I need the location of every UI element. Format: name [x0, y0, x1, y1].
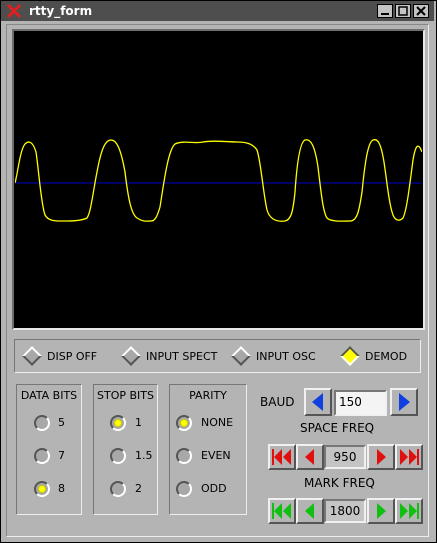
- data-bits-8-radio[interactable]: [34, 481, 50, 497]
- green-double-right-arrow-icon: [400, 503, 419, 519]
- data-bits-7-label: 7: [58, 449, 65, 462]
- green-right-arrow-icon: [377, 503, 386, 519]
- window-title: rtty_form: [29, 4, 93, 18]
- blue-right-arrow-icon: [399, 393, 410, 411]
- baud-input[interactable]: 150: [334, 390, 387, 416]
- mode-input-osc-indicator[interactable]: [231, 346, 251, 366]
- baud-label: BAUD: [260, 395, 295, 409]
- mark-freq-value: 1800: [324, 499, 366, 523]
- mode-demod-indicator[interactable]: [340, 346, 360, 366]
- data-bits-title: DATA BITS: [20, 389, 78, 402]
- parity-odd-label: ODD: [201, 482, 227, 495]
- app-x-icon: [6, 3, 22, 19]
- maximize-button[interactable]: [395, 4, 411, 18]
- maximize-icon: [398, 6, 408, 16]
- green-left-arrow-icon: [305, 503, 314, 519]
- baud-decrease-button[interactable]: [304, 388, 332, 416]
- data-bits-7-radio[interactable]: [34, 448, 50, 464]
- stop-bits-1-label: 1: [135, 416, 142, 429]
- mark-freq-fast-decrease-button[interactable]: [268, 498, 296, 524]
- space-freq-label: SPACE FREQ: [300, 421, 375, 435]
- stop-bits-title: STOP BITS: [97, 389, 154, 402]
- minimize-button[interactable]: [377, 4, 393, 18]
- close-icon: [416, 6, 426, 16]
- close-button[interactable]: [413, 4, 429, 18]
- mode-disp-off[interactable]: DISP OFF: [22, 346, 98, 366]
- mark-freq-increase-button[interactable]: [367, 498, 395, 524]
- baud-increase-button[interactable]: [390, 388, 418, 416]
- stop-bits-1-5-label: 1.5: [135, 449, 153, 462]
- stop-bits-1-5-radio[interactable]: [110, 448, 126, 464]
- space-freq-decrease-button[interactable]: [296, 444, 324, 470]
- mode-disp-off-label: DISP OFF: [47, 349, 98, 363]
- data-bits-group: DATA BITS: [16, 384, 82, 515]
- parity-none-label: NONE: [201, 416, 234, 429]
- mode-demod[interactable]: DEMOD: [340, 346, 408, 366]
- space-freq-increase-button[interactable]: [367, 444, 395, 470]
- mode-input-spect-indicator[interactable]: [121, 346, 141, 366]
- red-left-arrow-icon: [305, 449, 314, 465]
- mode-input-spect[interactable]: INPUT SPECT: [121, 346, 218, 366]
- oscilloscope-display: [15, 32, 422, 327]
- minimize-icon: [381, 13, 389, 15]
- title-bar[interactable]: rtty_form: [1, 1, 434, 21]
- stop-bits-2-radio[interactable]: [110, 481, 126, 497]
- mark-freq-decrease-button[interactable]: [296, 498, 324, 524]
- data-bits-5-label: 5: [58, 416, 65, 429]
- data-bits-8-label: 8: [58, 482, 65, 495]
- red-double-left-arrow-icon: [272, 449, 291, 465]
- parity-odd-radio[interactable]: [176, 481, 192, 497]
- blue-left-arrow-icon: [312, 393, 323, 411]
- space-freq-fast-increase-button[interactable]: [395, 444, 423, 470]
- data-bits-5-radio[interactable]: [34, 415, 50, 431]
- red-right-arrow-icon: [377, 449, 386, 465]
- stop-bits-2-label: 2: [135, 482, 142, 495]
- stop-bits-1-radio[interactable]: [110, 415, 126, 431]
- mode-demod-label: DEMOD: [365, 349, 408, 363]
- parity-even-label: EVEN: [201, 449, 231, 462]
- red-double-right-arrow-icon: [400, 449, 419, 465]
- parity-none-radio[interactable]: [176, 415, 192, 431]
- mode-input-osc[interactable]: INPUT OSC: [231, 346, 316, 366]
- mark-freq-label: MARK FREQ: [304, 476, 375, 490]
- space-freq-value: 950: [324, 445, 366, 469]
- green-double-left-arrow-icon: [272, 503, 291, 519]
- scope-trace: [15, 138, 422, 222]
- parity-even-radio[interactable]: [176, 448, 192, 464]
- space-freq-fast-decrease-button[interactable]: [268, 444, 296, 470]
- parity-title: PARITY: [189, 389, 227, 402]
- mode-input-spect-label: INPUT SPECT: [146, 349, 218, 363]
- mark-freq-fast-increase-button[interactable]: [395, 498, 423, 524]
- mode-input-osc-label: INPUT OSC: [256, 349, 316, 363]
- mode-disp-off-indicator[interactable]: [22, 346, 42, 366]
